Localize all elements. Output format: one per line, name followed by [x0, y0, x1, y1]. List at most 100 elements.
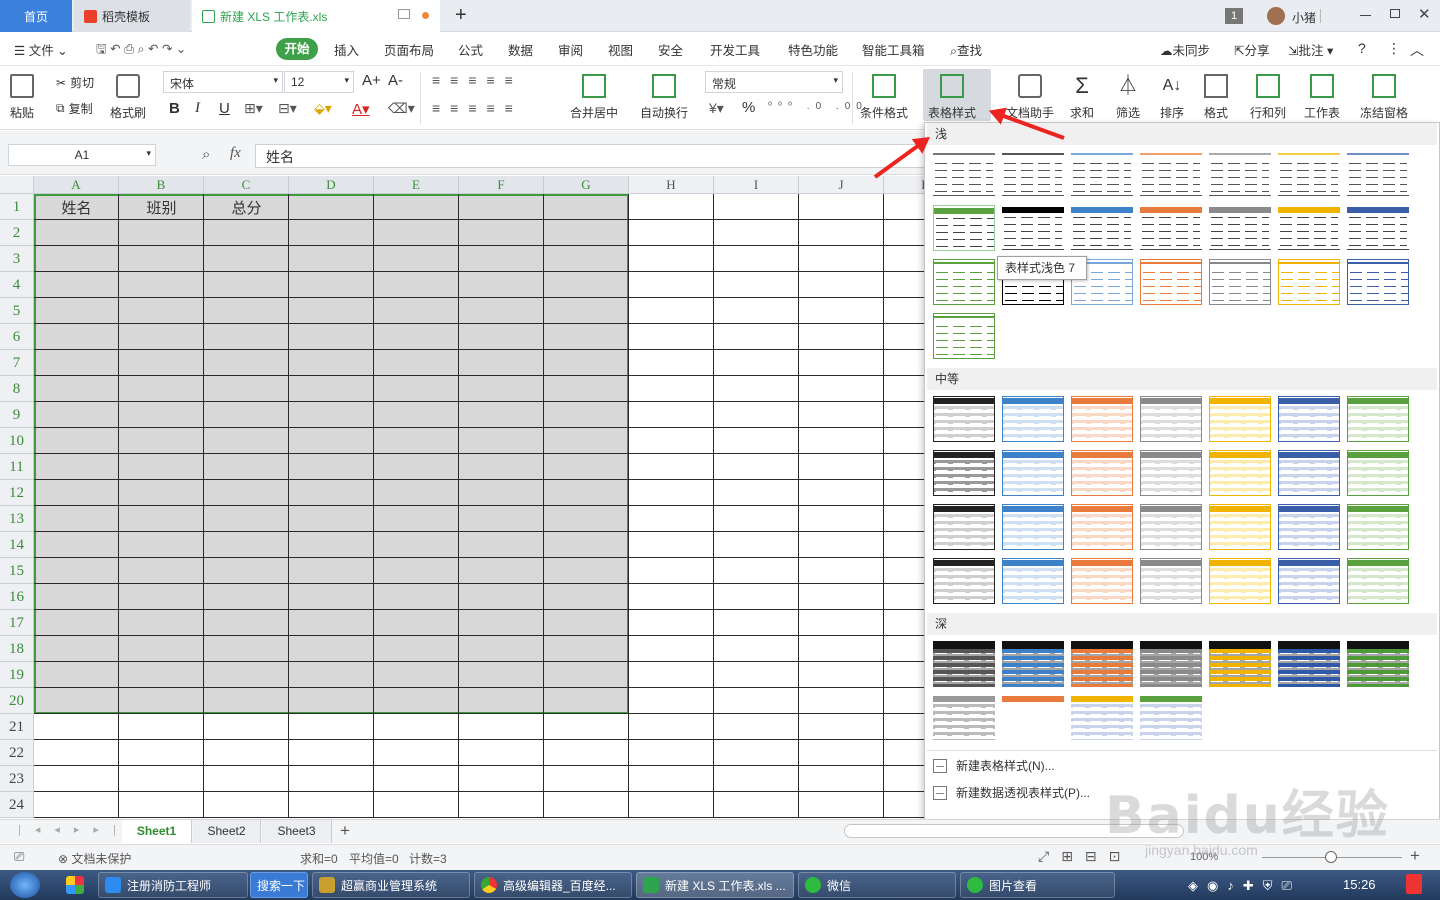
- menu-start[interactable]: 开始: [276, 38, 318, 60]
- conditional-format-button[interactable]: 条件格式: [860, 68, 908, 121]
- menu-review[interactable]: 审阅: [558, 40, 583, 59]
- style-swatch-medium[interactable]: [1140, 558, 1202, 604]
- minimize-icon[interactable]: [1360, 15, 1371, 16]
- row-header[interactable]: 15: [0, 558, 34, 584]
- menu-file[interactable]: ☰ 文件 ⌄: [14, 40, 68, 59]
- copy-button[interactable]: ⧉ 复制: [56, 100, 93, 117]
- comment-button[interactable]: ⇲批注 ▾: [1288, 40, 1333, 59]
- menu-find[interactable]: ⌕查找: [950, 40, 982, 59]
- formula-input[interactable]: 姓名: [255, 144, 925, 168]
- freeze-panes-button[interactable]: 冻结窗格: [1360, 68, 1408, 121]
- sheet-tab-2[interactable]: Sheet2: [193, 820, 261, 843]
- italic-button[interactable]: I: [195, 100, 200, 117]
- row-header[interactable]: 12: [0, 480, 34, 506]
- menu-data[interactable]: 数据: [508, 40, 533, 59]
- style-swatch-medium[interactable]: [1071, 558, 1133, 604]
- menu-insert[interactable]: 插入: [334, 40, 359, 59]
- cell[interactable]: 总分: [204, 196, 289, 220]
- style-swatch-light[interactable]: [933, 313, 995, 359]
- row-header[interactable]: 23: [0, 766, 34, 792]
- style-swatch-medium[interactable]: [1140, 396, 1202, 442]
- row-header[interactable]: 17: [0, 610, 34, 636]
- zoom-slider-thumb[interactable]: [1325, 851, 1337, 863]
- row-header[interactable]: 2: [0, 220, 34, 246]
- add-sheet-button[interactable]: +: [340, 821, 350, 841]
- new-tab-button[interactable]: +: [455, 4, 467, 27]
- paste-button[interactable]: 粘贴: [10, 68, 34, 121]
- fx-button[interactable]: fx: [230, 145, 241, 162]
- grow-font-button[interactable]: A+: [362, 72, 381, 89]
- menu-special[interactable]: 特色功能: [788, 40, 838, 59]
- style-swatch-light[interactable]: [1140, 151, 1202, 197]
- taskbar-item-3[interactable]: 超赢商业管理系统: [312, 872, 470, 898]
- style-swatch-medium[interactable]: [933, 558, 995, 604]
- row-header[interactable]: 14: [0, 532, 34, 558]
- row-header[interactable]: 21: [0, 714, 34, 740]
- style-swatch-dark[interactable]: [1278, 641, 1340, 687]
- protect-status[interactable]: ⊗ 文档未保护: [58, 850, 131, 867]
- column-header[interactable]: B: [119, 176, 204, 194]
- style-swatch-light[interactable]: [1071, 205, 1133, 251]
- collapse-ribbon-icon[interactable]: ︿: [1410, 40, 1424, 60]
- sort-button[interactable]: A↓ 排序: [1160, 68, 1184, 121]
- name-box[interactable]: A1 ▾: [8, 144, 156, 166]
- sheet-tab-1[interactable]: Sheet1: [122, 820, 192, 843]
- style-swatch-medium[interactable]: [1278, 504, 1340, 550]
- vertical-align-icons[interactable]: ≡≡≡≡≡: [432, 72, 523, 88]
- column-header[interactable]: K: [884, 176, 925, 194]
- style-swatch-medium[interactable]: [1347, 504, 1409, 550]
- sheet-tab-3[interactable]: Sheet3: [262, 820, 332, 843]
- cell[interactable]: 姓名: [34, 196, 119, 220]
- style-swatch-medium[interactable]: [1347, 450, 1409, 496]
- clock[interactable]: 15:26: [1343, 877, 1376, 892]
- tab-home[interactable]: 首页: [0, 0, 72, 32]
- cell-area[interactable]: 姓名 班别 总分: [34, 194, 925, 818]
- share-button[interactable]: ⇱分享: [1234, 40, 1270, 59]
- style-swatch-dark[interactable]: [1209, 641, 1271, 687]
- menu-smart[interactable]: 智能工具箱: [862, 40, 925, 59]
- style-swatch-medium[interactable]: [1209, 504, 1271, 550]
- row-col-button[interactable]: 行和列: [1250, 68, 1286, 121]
- sheet-nav-icons[interactable]: |◂◂▸▸|: [18, 823, 130, 836]
- style-swatch-medium[interactable]: [1140, 450, 1202, 496]
- style-swatch-medium[interactable]: [933, 450, 995, 496]
- style-swatch-medium[interactable]: [1071, 504, 1133, 550]
- style-swatch-medium[interactable]: [1347, 558, 1409, 604]
- menu-formula[interactable]: 公式: [458, 40, 483, 59]
- style-swatch-medium[interactable]: [933, 396, 995, 442]
- style-swatch-medium[interactable]: [1278, 450, 1340, 496]
- style-swatch-medium[interactable]: [1071, 396, 1133, 442]
- restore-icon[interactable]: [1390, 9, 1400, 18]
- menu-dev[interactable]: 开发工具: [710, 40, 760, 59]
- style-swatch-light[interactable]: [1278, 205, 1340, 251]
- style-swatch-medium[interactable]: [1278, 396, 1340, 442]
- taskbar-search[interactable]: 搜索一下: [250, 872, 308, 898]
- style-swatch-medium[interactable]: [1002, 558, 1064, 604]
- cut-button[interactable]: ✂ 剪切: [56, 74, 94, 91]
- style-swatch-light[interactable]: [1209, 205, 1271, 251]
- row-header[interactable]: 3: [0, 246, 34, 272]
- style-swatch-light[interactable]: [1209, 151, 1271, 197]
- close-icon[interactable]: ✕: [1418, 5, 1431, 23]
- style-swatch-dark[interactable]: [1071, 641, 1133, 687]
- menu-layout[interactable]: 页面布局: [384, 40, 434, 59]
- row-header[interactable]: 9: [0, 402, 34, 428]
- row-header[interactable]: 7: [0, 350, 34, 376]
- style-swatch-medium[interactable]: [1278, 558, 1340, 604]
- fill-color-icon[interactable]: ⬙▾: [314, 100, 332, 117]
- style-swatch-dark[interactable]: [1347, 641, 1409, 687]
- column-header[interactable]: G: [544, 176, 629, 194]
- row-header[interactable]: 1: [0, 194, 34, 220]
- doc-assistant-button[interactable]: 文档助手: [1006, 68, 1054, 121]
- quick-launch-icon[interactable]: [66, 876, 84, 894]
- style-swatch-light[interactable]: [1140, 205, 1202, 251]
- style-swatch-light[interactable]: [933, 151, 995, 197]
- style-swatch-dark[interactable]: [1071, 695, 1133, 741]
- column-header[interactable]: E: [374, 176, 459, 194]
- row-header[interactable]: 18: [0, 636, 34, 662]
- style-swatch-dark[interactable]: [1002, 695, 1064, 741]
- row-header[interactable]: 10: [0, 428, 34, 454]
- style-swatch-light[interactable]: [1140, 259, 1202, 305]
- zoom-in-icon[interactable]: +: [1410, 846, 1420, 866]
- style-swatch-medium[interactable]: [1209, 396, 1271, 442]
